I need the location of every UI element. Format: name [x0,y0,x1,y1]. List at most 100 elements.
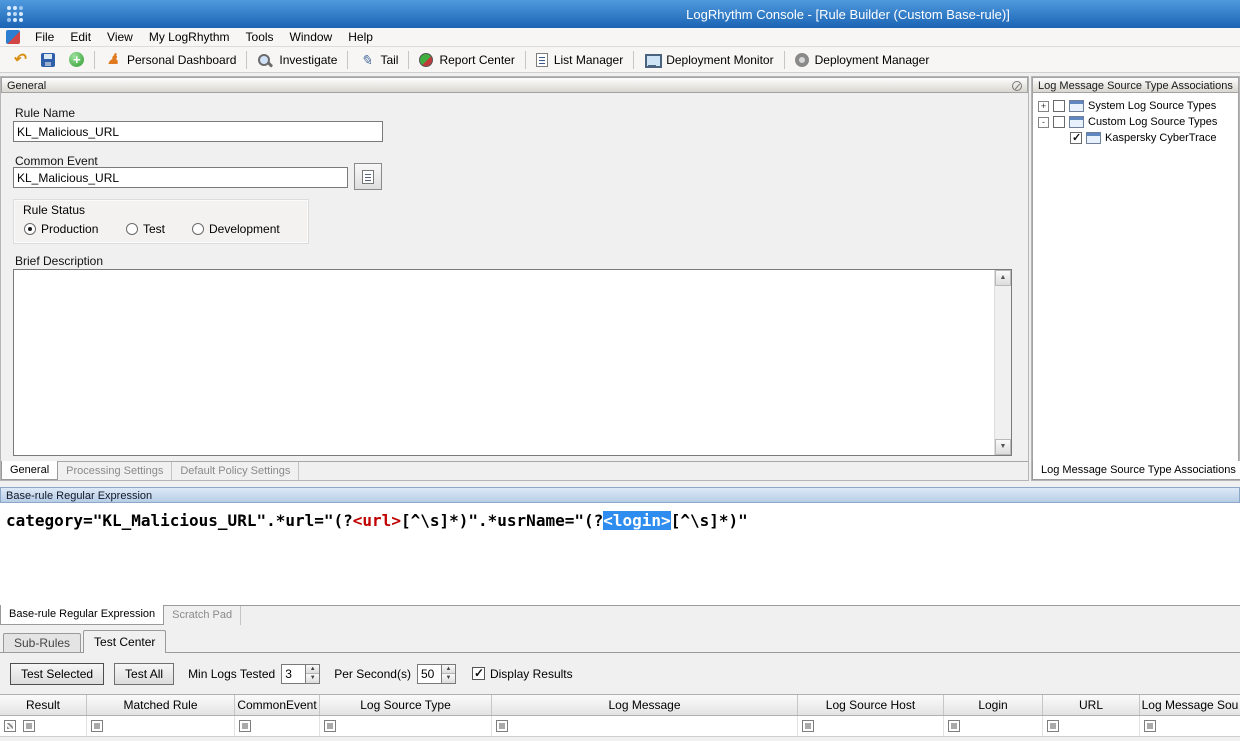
radio-test[interactable]: Test [126,222,165,236]
collapse-icon[interactable]: - [1038,117,1049,128]
column-header-log-message-source[interactable]: Log Message Sou [1140,695,1240,715]
column-header-log-message[interactable]: Log Message [492,695,798,715]
stepper-down-icon[interactable]: ▼ [306,674,319,683]
add-icon [69,52,84,67]
tab-default-policy-settings[interactable]: Default Policy Settings [172,462,299,480]
tail-label: Tail [380,53,398,67]
vertical-scrollbar[interactable]: ▲ ▼ [994,270,1011,455]
column-header-result[interactable]: Result [0,695,87,715]
tab-test-center[interactable]: Test Center [83,630,166,653]
per-second-stepper-buttons: ▲ ▼ [441,665,455,683]
source-associations-tabs: Log Message Source Type Associations [1032,461,1239,480]
cell-commonevent [235,716,320,736]
cell-box-icon [91,720,103,732]
column-header-url[interactable]: URL [1043,695,1140,715]
tab-scratch-pad[interactable]: Scratch Pad [164,606,241,625]
common-event-browse-icon [362,170,374,184]
min-logs-value[interactable]: 3 [282,665,305,683]
cell-url [1043,716,1140,736]
expand-icon[interactable]: + [1038,101,1049,112]
deployment-manager-icon [795,53,809,67]
menu-window[interactable]: Window [282,28,341,46]
tree-item-label[interactable]: System Log Source Types [1088,100,1216,112]
toolbar-separator [784,51,785,69]
common-event-input[interactable] [13,167,348,188]
toolbar-separator [525,51,526,69]
column-header-matched-rule[interactable]: Matched Rule [87,695,235,715]
general-panel-header: General [1,77,1028,93]
report-center-button[interactable]: Report Center [412,48,521,72]
general-panel: General Rule Name Common Event Rule Stat… [0,76,1029,481]
tail-button[interactable]: Tail [351,48,405,72]
tree-item-label[interactable]: Custom Log Source Types [1088,116,1217,128]
tree-item-label[interactable]: Kaspersky CyberTrace [1105,132,1216,144]
tab-processing-settings[interactable]: Processing Settings [58,462,172,480]
table-row[interactable] [0,716,1240,737]
per-second-value[interactable]: 50 [418,665,441,683]
tree-item-kaspersky-cybertrace[interactable]: Kaspersky CyberTrace [1033,130,1238,146]
menubar: File Edit View My LogRhythm Tools Window… [0,28,1240,47]
auto-hide-pin-icon[interactable] [1012,81,1022,91]
menu-edit[interactable]: Edit [62,28,99,46]
rule-name-label: Rule Name [15,106,75,120]
investigate-magnifier-icon [257,52,273,68]
common-event-browse-button[interactable] [354,163,382,190]
column-header-log-source-host[interactable]: Log Source Host [798,695,944,715]
column-header-login[interactable]: Login [944,695,1043,715]
tree-item-system-log-source-types[interactable]: + System Log Source Types [1033,98,1238,114]
cell-box-icon [802,720,814,732]
brief-description-textarea[interactable]: ▲ ▼ [13,269,1012,456]
checkbox-unchecked-icon[interactable] [1053,116,1065,128]
tab-general[interactable]: General [1,461,58,480]
test-selected-button[interactable]: Test Selected [10,663,104,685]
log-source-tree: + System Log Source Types - Custom Log S… [1032,93,1239,463]
investigate-button[interactable]: Investigate [250,48,344,72]
stepper-down-icon[interactable]: ▼ [442,674,455,683]
column-header-log-source-type[interactable]: Log Source Type [320,695,492,715]
log-source-icon [1069,116,1084,128]
scroll-down-icon[interactable]: ▼ [995,439,1011,455]
app-menu-icon[interactable] [6,30,20,44]
tab-base-rule-regular-expression[interactable]: Base-rule Regular Expression [0,605,164,625]
regex-editor[interactable]: category="KL_Malicious_URL".*url="(?<url… [0,503,1240,606]
radio-production[interactable]: Production [24,222,98,236]
checkbox-checked-icon[interactable] [1070,132,1082,144]
logrhythm-console-window: LogRhythm Console - [Rule Builder (Custo… [0,0,1240,741]
min-logs-stepper[interactable]: 3 ▲ ▼ [281,664,320,684]
tree-item-custom-log-source-types[interactable]: - Custom Log Source Types [1033,114,1238,130]
toolbar-separator [633,51,634,69]
cell-log-message [492,716,798,736]
add-button[interactable] [62,48,91,72]
regex-expression[interactable]: category="KL_Malicious_URL".*url="(?<url… [6,511,748,530]
menu-help[interactable]: Help [340,28,381,46]
list-manager-button[interactable]: List Manager [529,48,630,72]
rule-name-input[interactable] [13,121,383,142]
undo-button[interactable] [4,48,34,72]
stepper-up-icon[interactable]: ▲ [442,665,455,675]
display-results-checkbox[interactable] [472,667,485,680]
window-title: LogRhythm Console - [Rule Builder (Custo… [456,7,1240,22]
menu-view[interactable]: View [99,28,141,46]
personal-dashboard-button[interactable]: Personal Dashboard [98,48,243,72]
cell-box-icon [324,720,336,732]
checkbox-unchecked-icon[interactable] [1053,100,1065,112]
radio-production-label: Production [41,222,98,236]
result-hatch-icon [4,720,16,732]
menu-my-logrhythm[interactable]: My LogRhythm [141,28,238,46]
results-grid-header: Result Matched Rule CommonEvent Log Sour… [0,694,1240,716]
test-all-button[interactable]: Test All [114,663,174,685]
titlebar[interactable]: LogRhythm Console - [Rule Builder (Custo… [0,0,1240,28]
deployment-manager-button[interactable]: Deployment Manager [788,48,937,72]
per-second-stepper[interactable]: 50 ▲ ▼ [417,664,456,684]
save-button[interactable] [34,48,62,72]
tab-sub-rules[interactable]: Sub-Rules [3,633,81,652]
undo-icon [11,52,27,68]
radio-development[interactable]: Development [192,222,280,236]
deployment-monitor-button[interactable]: Deployment Monitor [637,48,780,72]
stepper-up-icon[interactable]: ▲ [306,665,319,675]
menu-file[interactable]: File [27,28,62,46]
tab-log-message-source-type-associations[interactable]: Log Message Source Type Associations [1032,461,1240,480]
column-header-commonevent[interactable]: CommonEvent [235,695,320,715]
scroll-up-icon[interactable]: ▲ [995,270,1011,286]
menu-tools[interactable]: Tools [238,28,282,46]
